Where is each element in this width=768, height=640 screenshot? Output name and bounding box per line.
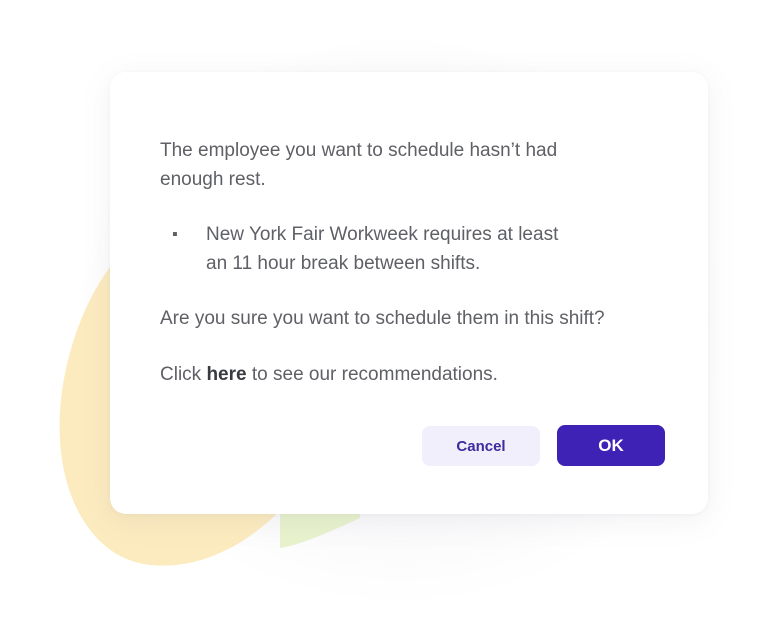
bullet-line-1: New York Fair Workweek requires at least <box>206 224 559 245</box>
message-line-1: The employee you want to schedule hasn’t… <box>160 140 558 161</box>
bullet-marker: ▪ <box>172 226 178 243</box>
dialog-message: The employee you want to schedule hasn’t… <box>160 136 610 194</box>
recommendations-link[interactable]: here <box>206 364 246 385</box>
confirmation-dialog: The employee you want to schedule hasn’t… <box>110 72 708 514</box>
message-line-2: enough rest. <box>160 169 266 190</box>
stage: The employee you want to schedule hasn’t… <box>0 0 768 640</box>
ok-button[interactable]: OK <box>557 425 665 466</box>
bullet-text: New York Fair Workweek requires at least… <box>206 220 606 278</box>
cancel-button[interactable]: Cancel <box>422 426 540 466</box>
bullet-line-2: an 11 hour break between shifts. <box>206 253 481 274</box>
recommendations-line: Click here to see our recommendations. <box>160 360 680 389</box>
confirmation-question: Are you sure you want to schedule them i… <box>160 308 605 329</box>
click-suffix: to see our recommendations. <box>246 364 498 385</box>
click-prefix: Click <box>160 364 207 385</box>
